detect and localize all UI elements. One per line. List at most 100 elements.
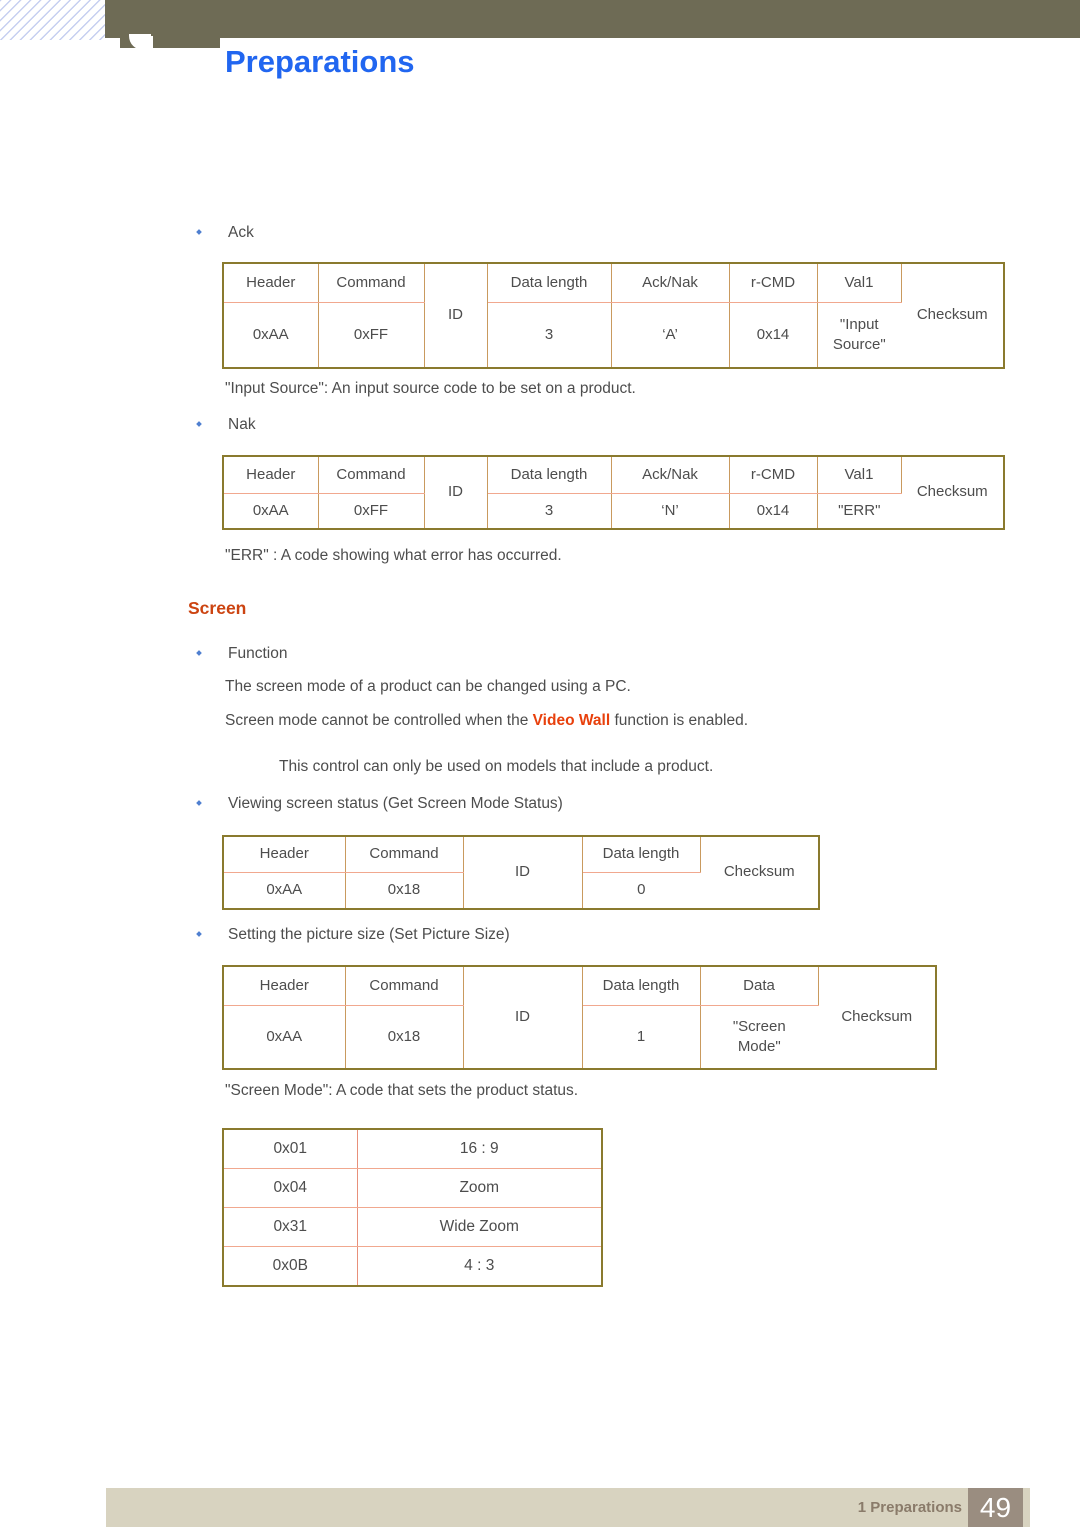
get-screen-mode-status-table: Header Command ID Data length Checksum 0… [222, 835, 820, 910]
cell-id-value: ID [424, 456, 488, 529]
cell-command-value: 0x18 [345, 872, 464, 909]
cell-val1-label: Val1 [817, 456, 902, 494]
cell-mode-name: 4 : 3 [464, 1257, 495, 1274]
table-row: 0x01 16 : 9 [223, 1129, 602, 1169]
err-note: "ERR" : A code showing what error has oc… [225, 547, 562, 564]
bullet-set-picture-size: Setting the picture size (Set Picture Si… [196, 926, 510, 944]
cell-header-label: Header [223, 456, 319, 494]
cell-id-value: ID [424, 263, 488, 368]
table-row: 0xAA 0xFF 3 ‘A’ 0x14 "Input Source" [223, 302, 1004, 368]
cell-command-label: Command [318, 456, 425, 494]
cell-command-label: Command [345, 836, 464, 873]
cell-mode-code: 0x0B [223, 1246, 358, 1286]
bullet-nak: Nak [196, 416, 256, 434]
bullet-get-status-label: Viewing screen status (Get Screen Mode S… [228, 795, 563, 812]
cell-command-value: 0x18 [345, 1005, 464, 1069]
cell-data-label: Data [700, 966, 819, 1006]
cell-command-label: Command [345, 966, 464, 1006]
function-description-2: Screen mode cannot be controlled when th… [225, 712, 748, 730]
cell-mode-code: 0x31 [223, 1207, 358, 1247]
cell-rcmd-label: r-CMD [729, 456, 818, 494]
bullet-dot-icon [196, 800, 202, 806]
cell-mode-name: Zoom [357, 1168, 602, 1208]
bullet-ack-label: Ack [228, 224, 254, 241]
header-notch-fill [144, 36, 153, 50]
page-header: Preparations [0, 0, 1080, 120]
table-row: 0xAA 0xFF 3 ‘N’ 0x14 "ERR" [223, 493, 1004, 529]
cell-id-value: ID [463, 966, 583, 1069]
bullet-function-label: Function [228, 645, 288, 662]
cell-datalength-label: Data length [487, 456, 612, 494]
cell-mode-name: 16 : 9 [357, 1129, 602, 1169]
screen-mode-note: "Screen Mode": A code that sets the prod… [225, 1082, 579, 1099]
bullet-dot-icon [196, 421, 202, 427]
cell-checksum-value: Checksum [916, 306, 988, 324]
set-picture-size-table: Header Command ID Data length Data Check… [222, 965, 937, 1070]
cell-header-value: 0xAA [223, 872, 346, 909]
cell-datalength-label: Data length [582, 966, 701, 1006]
cell-header-value: 0xAA [223, 1005, 346, 1069]
video-wall-accent: Video Wall [532, 712, 611, 729]
cell-header-label: Header [223, 836, 346, 873]
cell-command-value: 0xFF [318, 493, 425, 529]
text-pre: Screen mode cannot be controlled when th… [225, 712, 533, 729]
bullet-dot-icon [196, 229, 202, 235]
screen-mode-codes-table: 0x01 16 : 9 0x04 Zoom 0x31 Wide Zoom 0x0… [222, 1128, 603, 1287]
cell-data-value: "Screen Mode" [732, 1017, 786, 1055]
cell-datalength-label: Data length [582, 836, 701, 873]
bullet-dot-icon [196, 650, 202, 656]
input-source-note: "Input Source": An input source code to … [225, 380, 636, 397]
cell-command-label: Command [318, 263, 425, 303]
cell-checksum-value: Checksum [723, 863, 795, 881]
cell-datalength-value: 0 [637, 881, 646, 899]
cell-header-value: 0xAA [223, 493, 319, 529]
cell-val1-label: Val1 [817, 263, 902, 303]
bullet-ack: Ack [196, 224, 254, 242]
cell-datalength-value: 1 [582, 1005, 701, 1069]
cell-rcmd-value: 0x14 [729, 302, 818, 368]
cell-mode-code: 0x04 [223, 1168, 358, 1208]
bullet-dot-icon [196, 931, 202, 937]
nak-table: Header Command ID Data length Ack/Nak r-… [222, 455, 1005, 530]
cell-checksum-value: Checksum [841, 1008, 913, 1026]
cell-mode-code: 0x01 [223, 1129, 358, 1169]
section-heading-screen: Screen [188, 598, 247, 618]
cell-id-value: ID [463, 836, 583, 909]
cell-datalength-value: 3 [487, 302, 612, 368]
cell-acknak-label: Ack/Nak [611, 263, 730, 303]
table-row: 0x31 Wide Zoom [223, 1207, 602, 1247]
cell-datalength-value: 3 [487, 493, 612, 529]
table-row: Header Command ID Data length Ack/Nak r-… [223, 263, 1004, 368]
footer-chapter-label: 1 Preparations [857, 1499, 962, 1516]
cell-mode-name: Wide Zoom [357, 1207, 602, 1247]
table-row: Header Command ID Data length Checksum [223, 836, 819, 909]
bullet-nak-label: Nak [228, 416, 256, 433]
cell-val1-value: "Input Source" [832, 315, 886, 353]
cell-command-value: 0xFF [318, 302, 425, 368]
bullet-get-screen-mode-status: Viewing screen status (Get Screen Mode S… [196, 795, 563, 813]
ack-table: Header Command ID Data length Ack/Nak r-… [222, 262, 1005, 369]
cell-rcmd-label: r-CMD [729, 263, 818, 303]
table-row: 0x04 Zoom [223, 1168, 602, 1208]
cell-val1-value: "ERR" [838, 501, 881, 519]
cell-acknak-value: ‘A’ [611, 302, 730, 368]
table-row: Header Command ID Data length Ack/Nak r-… [223, 456, 1004, 529]
table-row: 0x0B 4 : 3 [223, 1246, 602, 1286]
cell-checksum-value: Checksum [916, 483, 988, 501]
cell-acknak-value: ‘N’ [611, 493, 730, 529]
cell-rcmd-value: 0x14 [729, 493, 818, 529]
note-line: This control can only be used on models … [279, 758, 714, 775]
cell-acknak-label: Ack/Nak [611, 456, 730, 494]
header-olive-bar [105, 0, 1080, 38]
cell-header-label: Header [223, 263, 319, 303]
bullet-set-size-label: Setting the picture size (Set Picture Si… [228, 926, 510, 943]
bullet-function: Function [196, 645, 288, 663]
cell-header-label: Header [223, 966, 346, 1006]
function-description-1: The screen mode of a product can be chan… [225, 678, 631, 695]
table-row: Header Command ID Data length Data Check… [223, 966, 936, 1069]
page-number: 49 [979, 1492, 1012, 1523]
hatch-decoration [0, 0, 106, 40]
page-title: Preparations [225, 44, 415, 79]
text-post: function is enabled. [610, 712, 749, 729]
cell-header-value: 0xAA [223, 302, 319, 368]
